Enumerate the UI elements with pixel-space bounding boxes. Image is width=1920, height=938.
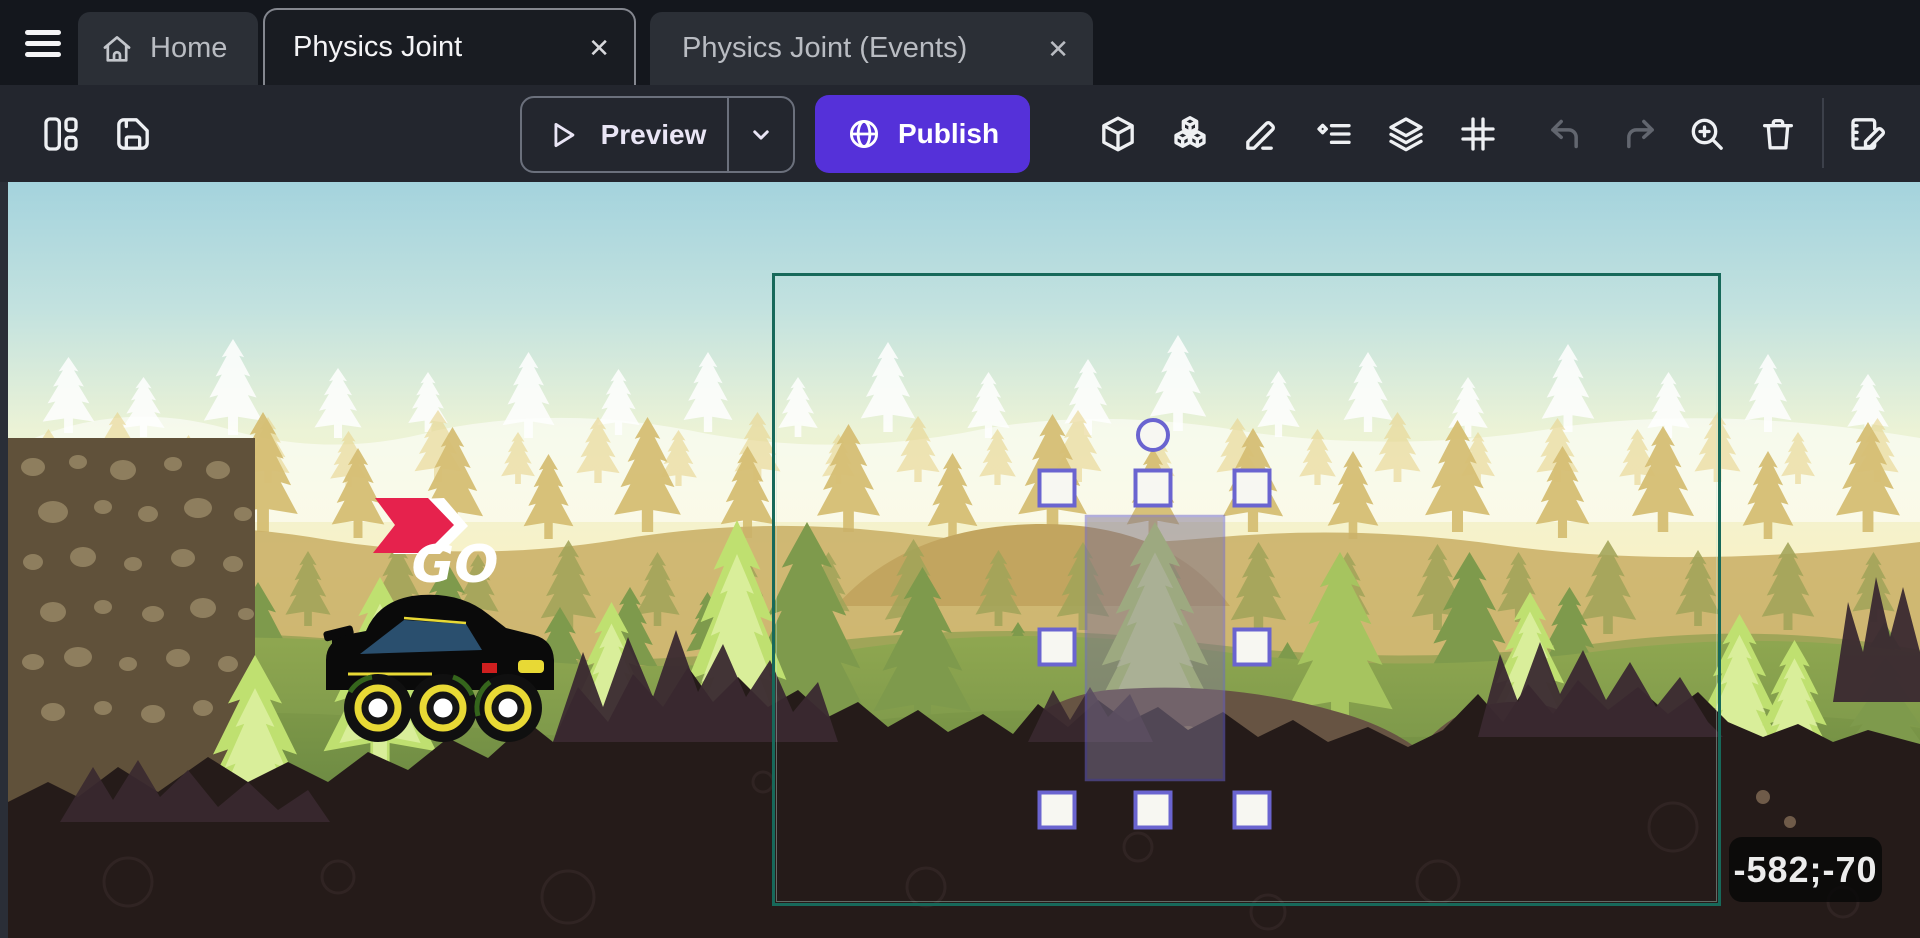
- instances-cubes-icon: [1170, 114, 1210, 154]
- preview-options-button[interactable]: [729, 120, 793, 150]
- scene-canvas[interactable]: GO: [8, 182, 1920, 938]
- chevron-down-icon: [746, 120, 776, 150]
- resize-handle-bottom-right[interactable]: [1235, 793, 1270, 828]
- play-icon: [546, 118, 580, 152]
- rotate-handle[interactable]: [1138, 420, 1168, 450]
- tab-home-label: Home: [150, 32, 227, 65]
- tab-home[interactable]: Home: [78, 12, 258, 85]
- toolbar-divider: [1822, 98, 1824, 168]
- tab-physics-joint[interactable]: Physics Joint ✕: [263, 8, 636, 85]
- car-wheels: [344, 674, 542, 742]
- selected-instance-overlay[interactable]: [1086, 516, 1224, 780]
- zoom-button[interactable]: [1672, 85, 1742, 182]
- tab-physics-joint-events[interactable]: Physics Joint (Events) ✕: [650, 12, 1093, 85]
- grid-toggle-button[interactable]: [1442, 85, 1514, 182]
- trash-icon: [1758, 114, 1798, 154]
- go-sign-label: GO: [412, 535, 499, 595]
- preview-button[interactable]: Preview: [520, 96, 795, 173]
- resize-handle-bottom-left[interactable]: [1040, 793, 1075, 828]
- edit-object-button[interactable]: [1226, 85, 1298, 182]
- redo-icon: [1618, 114, 1658, 154]
- open-instances-panel-button[interactable]: [1154, 85, 1226, 182]
- cursor-coordinates-badge: -582;-70: [1729, 837, 1882, 902]
- layers-panel-button[interactable]: [1370, 85, 1442, 182]
- resize-handle-top-center[interactable]: [1136, 471, 1171, 506]
- publish-label: Publish: [898, 118, 999, 150]
- scene-editor-canvas[interactable]: GO: [0, 182, 1920, 938]
- save-button[interactable]: [95, 85, 170, 182]
- gdevelop-editor-window: Home Physics Joint ✕ Physics Joint (Even…: [0, 0, 1920, 938]
- toolbar: Preview Publish: [0, 85, 1920, 182]
- home-icon: [100, 32, 134, 66]
- resize-handle-bottom-center[interactable]: [1136, 793, 1171, 828]
- toggle-panels-button[interactable]: [23, 85, 98, 182]
- layers-icon: [1386, 114, 1426, 154]
- panel-layout-icon: [41, 114, 81, 154]
- objects-cube-icon: [1098, 114, 1138, 154]
- grid-icon: [1458, 114, 1498, 154]
- tab-label: Physics Joint: [293, 31, 462, 64]
- redo-button[interactable]: [1603, 85, 1673, 182]
- pencil-icon: [1242, 114, 1282, 154]
- publish-button[interactable]: Publish: [815, 95, 1030, 173]
- tab-bar: Home Physics Joint ✕ Physics Joint (Even…: [0, 0, 1920, 85]
- close-tab-icon[interactable]: ✕: [588, 35, 610, 61]
- tab-label: Physics Joint (Events): [682, 32, 967, 65]
- resize-handle-top-right[interactable]: [1235, 471, 1270, 506]
- resize-handle-middle-right[interactable]: [1235, 630, 1270, 665]
- edit-events-icon: [1848, 114, 1888, 154]
- instances-list-icon: [1314, 114, 1354, 154]
- open-objects-panel-button[interactable]: [1082, 85, 1154, 182]
- undo-button[interactable]: [1532, 85, 1602, 182]
- preview-label: Preview: [580, 119, 727, 151]
- globe-icon: [846, 116, 882, 152]
- save-icon: [113, 114, 153, 154]
- resize-handle-top-left[interactable]: [1040, 471, 1075, 506]
- main-menu-icon[interactable]: [25, 30, 61, 58]
- zoom-in-icon: [1687, 114, 1727, 154]
- undo-icon: [1547, 114, 1587, 154]
- instances-list-button[interactable]: [1298, 85, 1370, 182]
- resize-handle-middle-left[interactable]: [1040, 630, 1075, 665]
- edit-events-button[interactable]: [1832, 85, 1904, 182]
- close-tab-icon[interactable]: ✕: [1047, 36, 1069, 62]
- delete-button[interactable]: [1743, 85, 1813, 182]
